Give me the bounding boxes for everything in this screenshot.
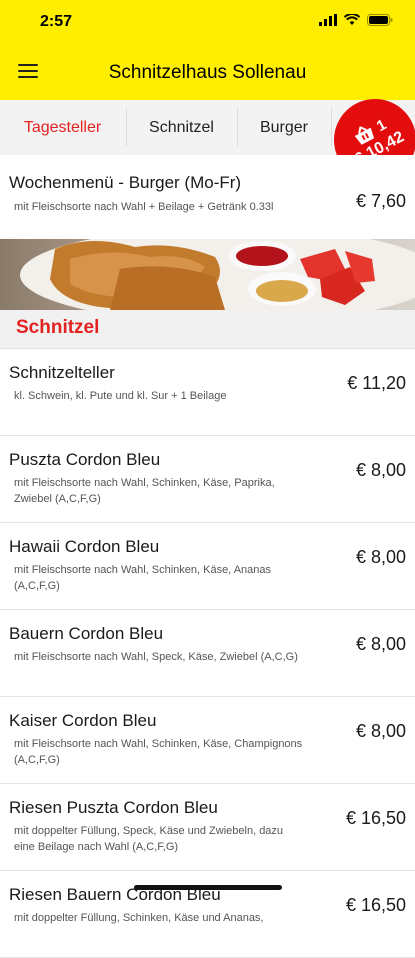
list-item[interactable]: Bauern Cordon Bleu mit Fleischsorte nach… — [0, 610, 415, 697]
item-name: Wochenmenü - Burger (Mo-Fr) — [9, 173, 242, 192]
item-description: mit Fleischsorte nach Wahl, Speck, Käse,… — [14, 651, 298, 663]
item-name: Hawaii Cordon Bleu — [9, 537, 160, 556]
item-name: Bauern Cordon Bleu — [9, 624, 164, 643]
item-price: € 16,50 — [345, 895, 406, 915]
page-title: Schnitzelhaus Sollenau — [108, 62, 307, 83]
food-banner-image — [0, 239, 415, 310]
wifi-icon — [344, 14, 360, 25]
item-description: mit Fleischsorte nach Wahl, Schinken, Kä… — [14, 477, 275, 505]
item-price: € 11,20 — [347, 373, 406, 393]
item-name: Puszta Cordon Bleu — [9, 450, 161, 469]
home-indicator[interactable] — [134, 885, 282, 890]
item-price: € 8,00 — [355, 721, 406, 741]
item-description: mit doppelter Füllung, Schinken, Käse un… — [14, 912, 264, 924]
item-price: € 8,00 — [355, 634, 406, 654]
item-price: € 7,60 — [355, 191, 406, 211]
list-item[interactable]: Hawaii Cordon Bleu mit Fleischsorte nach… — [0, 523, 415, 610]
cart-count: 1 — [373, 115, 390, 135]
item-price: € 16,50 — [345, 808, 406, 828]
item-name: Schnitzelteller — [9, 363, 115, 382]
app-header: 2:57 Schnitzelhaus Sollenau — [0, 0, 415, 100]
item-name: Kaiser Cordon Bleu — [9, 711, 157, 730]
item-description: mit Fleischsorte nach Wahl, Schinken, Kä… — [14, 564, 271, 592]
tab-burger[interactable]: Burger — [238, 100, 330, 155]
item-price: € 8,00 — [355, 460, 406, 480]
section-title: Schnitzel — [16, 317, 100, 338]
list-item[interactable]: Puszta Cordon Bleu mit Fleischsorte nach… — [0, 436, 415, 523]
item-price: € 8,00 — [355, 547, 406, 567]
item-description: mit doppelter Füllung, Speck, Käse und Z… — [14, 825, 284, 853]
menu-list: Schnitzelteller kl. Schwein, kl. Pute un… — [0, 349, 415, 958]
tab-divider — [331, 108, 332, 146]
tab-schnitzel[interactable]: Schnitzel — [127, 100, 236, 155]
list-item[interactable]: Kaiser Cordon Bleu mit Fleischsorte nach… — [0, 697, 415, 784]
featured-item[interactable]: Wochenmenü - Burger (Mo-Fr) mit Fleischs… — [0, 155, 415, 239]
item-description: kl. Schwein, kl. Pute und kl. Sur + 1 Be… — [14, 390, 227, 402]
signal-icon — [319, 14, 337, 26]
status-time: 2:57 — [40, 13, 73, 30]
battery-icon — [367, 14, 393, 26]
item-name: Riesen Puszta Cordon Bleu — [9, 798, 218, 817]
tab-tagesteller[interactable]: Tagesteller — [0, 100, 125, 155]
status-icons — [319, 14, 393, 26]
list-item[interactable]: Schnitzelteller kl. Schwein, kl. Pute un… — [0, 349, 415, 436]
list-item[interactable]: Riesen Puszta Cordon Bleu mit doppelter … — [0, 784, 415, 871]
section-header: Schnitzel — [0, 310, 415, 349]
item-description: mit Fleischsorte nach Wahl, Schinken, Kä… — [14, 738, 303, 766]
item-description: mit Fleischsorte nach Wahl + Beilage + G… — [14, 201, 274, 213]
